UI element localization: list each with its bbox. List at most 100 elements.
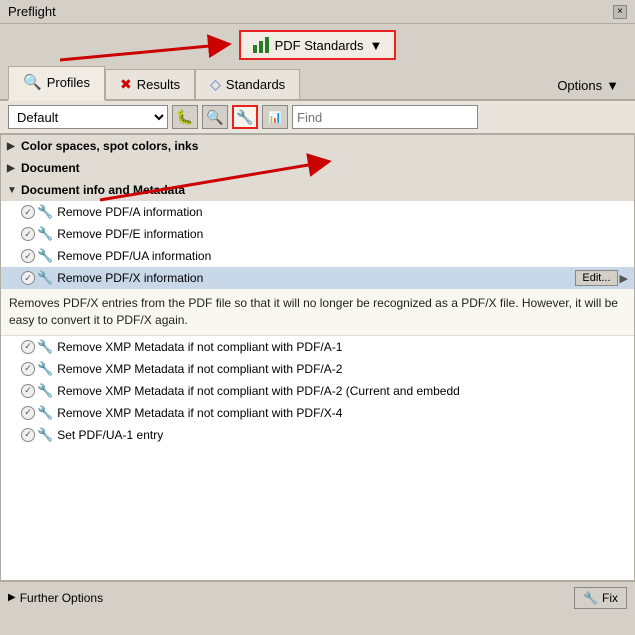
tab-profiles-label: Profiles xyxy=(47,75,90,90)
bar3 xyxy=(265,37,269,53)
options-button[interactable]: Options ▼ xyxy=(549,72,627,99)
item-label: Remove XMP Metadata if not compliant wit… xyxy=(57,406,628,420)
item-label: Remove XMP Metadata if not compliant wit… xyxy=(57,384,628,398)
expand-icon: ▶ xyxy=(7,163,21,174)
fix-wrench-icon: 🔧 xyxy=(583,591,598,605)
tab-results[interactable]: ✖ Results xyxy=(105,69,195,99)
item-label: Remove PDF/A information xyxy=(57,205,628,219)
item-label: Remove XMP Metadata if not compliant wit… xyxy=(57,362,628,376)
item-icons: ✓ 🔧 xyxy=(21,270,53,286)
pdf-standards-bar: PDF Standards ▼ xyxy=(0,24,635,66)
item-label: Remove PDF/E information xyxy=(57,227,628,241)
wrench-icon: 🔧 xyxy=(37,226,53,242)
item-icons: ✓ 🔧 xyxy=(21,204,53,220)
list-item[interactable]: ✓ 🔧 Set PDF/UA-1 entry xyxy=(1,424,634,446)
tab-standards-label: Standards xyxy=(226,77,285,92)
check-icon: ✓ xyxy=(21,428,35,442)
item-icons: ✓ 🔧 xyxy=(21,248,53,264)
list-area: ▶ Color spaces, spot colors, inks ▶ Docu… xyxy=(0,134,635,581)
list-item[interactable]: ✓ 🔧 Remove PDF/E information xyxy=(1,223,634,245)
list-item[interactable]: ✓ 🔧 Remove XMP Metadata if not compliant… xyxy=(1,380,634,402)
wrench-icon: 🔧 xyxy=(37,361,53,377)
description-row: Removes PDF/X entries from the PDF file … xyxy=(1,289,634,336)
edit-button[interactable]: Edit... xyxy=(575,270,617,286)
options-arrow: ▼ xyxy=(606,78,619,93)
check-icon: ✓ xyxy=(21,406,35,420)
section-color-spaces[interactable]: ▶ Color spaces, spot colors, inks xyxy=(1,135,634,157)
search-icon: 🔍 xyxy=(206,109,223,126)
wrench-icon: 🔧 xyxy=(37,248,53,264)
wrench-icon: 🔧 xyxy=(37,427,53,443)
section-label: Document xyxy=(21,161,628,175)
check-icon: ✓ xyxy=(21,249,35,263)
section-label: Document info and Metadata xyxy=(21,183,628,197)
chart-button[interactable]: 📊 xyxy=(262,105,288,129)
find-input[interactable] xyxy=(292,105,478,129)
standards-icon: ◇ xyxy=(210,76,221,93)
chart-icon: 📊 xyxy=(268,111,282,124)
list-item[interactable]: ✓ 🔧 Remove XMP Metadata if not compliant… xyxy=(1,336,634,358)
check-icon: ✓ xyxy=(21,205,35,219)
right-arrow: ▶ xyxy=(620,272,628,285)
item-label: Remove PDF/X information xyxy=(57,271,575,285)
wrench-button[interactable]: 🔧 xyxy=(232,105,258,129)
check-icon: ✓ xyxy=(21,362,35,376)
fix-button[interactable]: 🔧 Fix xyxy=(574,587,627,609)
item-label: Remove XMP Metadata if not compliant wit… xyxy=(57,340,628,354)
tabs: 🔍 Profiles ✖ Results ◇ Standards xyxy=(8,66,300,99)
section-doc-info[interactable]: ▼ Document info and Metadata xyxy=(1,179,634,201)
wrench-icon: 🔧 xyxy=(37,383,53,399)
tab-profiles[interactable]: 🔍 Profiles xyxy=(8,66,105,101)
further-options-arrow: ▶ xyxy=(8,592,16,603)
list-item[interactable]: ✓ 🔧 Remove PDF/UA information xyxy=(1,245,634,267)
close-button[interactable]: × xyxy=(613,5,627,19)
bar2 xyxy=(259,41,263,53)
pdf-standards-button[interactable]: PDF Standards ▼ xyxy=(239,30,397,60)
options-label: Options xyxy=(557,78,602,93)
section-document[interactable]: ▶ Document xyxy=(1,157,634,179)
expand-icon: ▶ xyxy=(7,141,21,152)
wrench-icon: 🔧 xyxy=(236,109,253,126)
browse-icon: 🐛 xyxy=(176,109,193,126)
wrench-icon: 🔧 xyxy=(37,204,53,220)
profile-select[interactable]: Default xyxy=(8,105,168,129)
title-bar: Preflight × xyxy=(0,0,635,24)
section-label: Color spaces, spot colors, inks xyxy=(21,139,628,153)
list-item[interactable]: ✓ 🔧 Remove XMP Metadata if not compliant… xyxy=(1,402,634,424)
expand-icon: ▼ xyxy=(7,185,21,196)
check-icon: ✓ xyxy=(21,227,35,241)
tab-standards[interactable]: ◇ Standards xyxy=(195,69,300,99)
check-icon: ✓ xyxy=(21,271,35,285)
item-label: Set PDF/UA-1 entry xyxy=(57,428,628,442)
toolbar: Default 🐛 🔍 🔧 📊 xyxy=(0,101,635,134)
item-icons: ✓ 🔧 xyxy=(21,383,53,399)
fix-label: Fix xyxy=(602,591,618,605)
item-icons: ✓ 🔧 xyxy=(21,427,53,443)
tab-bar: 🔍 Profiles ✖ Results ◇ Standards Options… xyxy=(0,66,635,101)
wrench-icon: 🔧 xyxy=(37,405,53,421)
bar1 xyxy=(253,45,257,53)
item-icons: ✓ 🔧 xyxy=(21,226,53,242)
item-label: Remove PDF/UA information xyxy=(57,249,628,263)
browse-button[interactable]: 🐛 xyxy=(172,105,198,129)
wrench-icon: 🔧 xyxy=(37,270,53,286)
check-icon: ✓ xyxy=(21,340,35,354)
item-icons: ✓ 🔧 xyxy=(21,405,53,421)
app-title: Preflight xyxy=(8,4,56,19)
item-icons: ✓ 🔧 xyxy=(21,361,53,377)
list-item-selected[interactable]: ✓ 🔧 Remove PDF/X information Edit... ▶ xyxy=(1,267,634,289)
tab-results-label: Results xyxy=(137,77,180,92)
profiles-icon: 🔍 xyxy=(23,73,42,91)
description-text: Removes PDF/X entries from the PDF file … xyxy=(9,295,626,329)
list-item[interactable]: ✓ 🔧 Remove XMP Metadata if not compliant… xyxy=(1,358,634,380)
search-button[interactable]: 🔍 xyxy=(202,105,228,129)
item-icons: ✓ 🔧 xyxy=(21,339,53,355)
further-options-label: Further Options xyxy=(20,591,103,605)
list-item[interactable]: ✓ 🔧 Remove PDF/A information xyxy=(1,201,634,223)
wrench-icon: 🔧 xyxy=(37,339,53,355)
check-icon: ✓ xyxy=(21,384,35,398)
further-options-button[interactable]: ▶ Further Options xyxy=(8,591,103,605)
pdf-standards-label: PDF Standards xyxy=(275,38,364,53)
results-icon: ✖ xyxy=(120,76,132,93)
bottom-bar: ▶ Further Options 🔧 Fix xyxy=(0,581,635,613)
